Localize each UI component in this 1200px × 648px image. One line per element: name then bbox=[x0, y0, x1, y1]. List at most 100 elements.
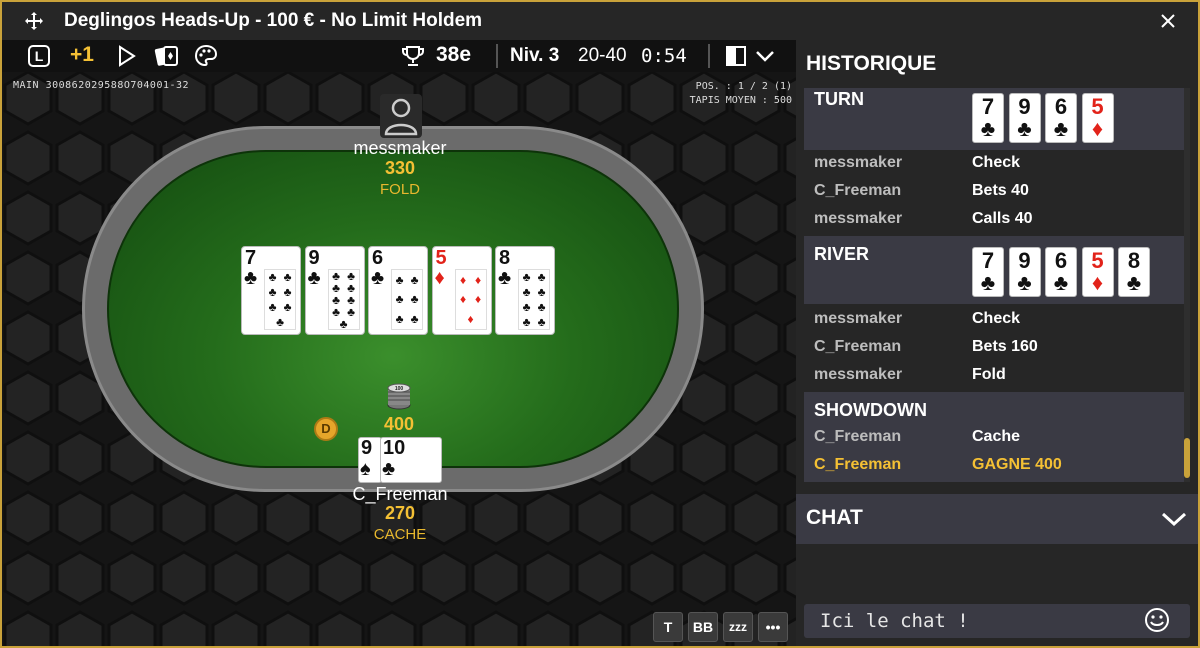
sleep-button[interactable]: zzz bbox=[723, 612, 753, 642]
board-card: 8 ♣ ♣ ♣ ♣ ♣ ♣ ♣ ♣ ♣ bbox=[495, 246, 555, 335]
play-icon[interactable] bbox=[116, 44, 138, 68]
history-scrollbar[interactable] bbox=[1184, 88, 1190, 482]
card-suit: ♣ bbox=[244, 267, 258, 289]
blinds-text: 20-40 bbox=[578, 45, 627, 66]
side-panel: HISTORIQUE TURN 7 ♣ 9 ♣ 6 ♣ 5 ♦ messmaker Check… bbox=[796, 40, 1198, 646]
bottom-player-stack: 270 bbox=[384, 503, 416, 523]
history-player: C_Freeman bbox=[814, 456, 902, 473]
history-card: 5 ♦ bbox=[1081, 247, 1114, 297]
l-button-label: L bbox=[28, 45, 50, 67]
card-pip: ♣ bbox=[283, 299, 292, 314]
history-player: C_Freeman bbox=[814, 338, 902, 355]
card-pip: ♣ bbox=[522, 299, 531, 314]
level-text: Niv. 3 bbox=[510, 45, 560, 66]
history-action: Bets 40 bbox=[972, 182, 1029, 199]
river-title: RIVER bbox=[814, 244, 870, 264]
cards-icon[interactable] bbox=[154, 44, 180, 68]
card-pip: ♦ bbox=[459, 292, 467, 307]
card-pips: ♣ ♣ ♣ ♣ ♣ ♣ bbox=[391, 269, 423, 330]
history-list[interactable]: TURN 7 ♣ 9 ♣ 6 ♣ 5 ♦ messmaker Check C_Freeman … bbox=[804, 88, 1184, 482]
history-row: messmaker Check bbox=[804, 150, 1184, 178]
pot-amount: 400 bbox=[383, 414, 415, 434]
more-button[interactable]: ••• bbox=[758, 612, 788, 642]
card-pip: ♣ bbox=[283, 270, 292, 285]
history-card: 9 ♣ bbox=[1008, 247, 1041, 297]
smiley-icon[interactable] bbox=[1144, 607, 1170, 633]
board-card: 6 ♣ ♣ ♣ ♣ ♣ ♣ ♣ bbox=[368, 246, 428, 335]
card-pip: ♣ bbox=[537, 314, 546, 329]
history-action: GAGNE 400 bbox=[972, 456, 1062, 473]
add-table-button[interactable]: +1 bbox=[70, 43, 94, 67]
history-player: messmaker bbox=[814, 366, 903, 383]
history-row: C_Freeman Bets 40 bbox=[804, 178, 1184, 206]
bottom-player-action: CACHE bbox=[373, 526, 427, 543]
showdown-section: SHOWDOWN C_Freeman Cache C_Freeman GAGNE… bbox=[804, 392, 1184, 482]
river-section: RIVER 7 ♣ 9 ♣ 6 ♣ 5 ♦ 8 ♣ bbox=[804, 236, 1184, 304]
chevron-down-icon[interactable] bbox=[754, 44, 776, 68]
chat-header[interactable]: CHAT bbox=[796, 494, 1198, 544]
history-action: Cache bbox=[972, 428, 1021, 445]
t-button[interactable]: T bbox=[653, 612, 683, 642]
card-pip: ♣ bbox=[268, 270, 277, 285]
close-icon[interactable] bbox=[1158, 11, 1178, 31]
card-suit: ♣ bbox=[1017, 270, 1032, 295]
card-suit: ♣ bbox=[980, 116, 996, 141]
history-card: 6 ♣ bbox=[1045, 247, 1077, 297]
card-pip: ♣ bbox=[522, 314, 531, 329]
card-pip: ♣ bbox=[537, 285, 546, 300]
history-row: messmaker Calls 40 bbox=[804, 206, 1184, 234]
card-rank: 9 bbox=[361, 437, 373, 459]
card-pip: ♣ bbox=[522, 285, 531, 300]
card-pip: ♣ bbox=[410, 312, 419, 327]
card-pip: ♣ bbox=[410, 272, 419, 287]
average-stack-text: TAPIS MOYEN : 500 bbox=[689, 95, 792, 106]
scroll-thumb[interactable] bbox=[1184, 438, 1190, 478]
history-action: Fold bbox=[972, 366, 1006, 383]
card-suit: ♣ bbox=[382, 458, 396, 480]
turn-title: TURN bbox=[814, 89, 864, 109]
history-row: messmaker Check bbox=[804, 306, 1184, 334]
card-pip: ♣ bbox=[276, 314, 284, 329]
history-row: C_Freeman Cache bbox=[804, 424, 1184, 452]
l-button[interactable]: L bbox=[27, 44, 51, 68]
card-suit: ♣ bbox=[1017, 116, 1032, 141]
chat-input[interactable] bbox=[804, 604, 1190, 638]
bb-button[interactable]: BB bbox=[688, 612, 718, 642]
chip-label: 100 bbox=[395, 386, 404, 392]
showdown-title: SHOWDOWN bbox=[814, 400, 927, 420]
chevron-down-icon[interactable] bbox=[1160, 508, 1188, 530]
turn-section: TURN 7 ♣ 9 ♣ 6 ♣ 5 ♦ bbox=[804, 88, 1184, 150]
title-bar[interactable]: Deglingos Heads-Up - 100 € - No Limit Ho… bbox=[2, 2, 1198, 40]
top-player-name: messmaker bbox=[353, 138, 447, 158]
card-suit: ♠ bbox=[360, 458, 371, 480]
card-suit: ♣ bbox=[371, 267, 385, 289]
toolbar-divider bbox=[708, 44, 710, 68]
card-pips: ♣ ♣ ♣ ♣ ♣ ♣ ♣ ♣ ♣ bbox=[327, 269, 360, 330]
history-action: Calls 40 bbox=[972, 210, 1033, 227]
palette-icon[interactable] bbox=[194, 44, 218, 68]
card-rank: 10 bbox=[383, 437, 406, 459]
card-pips: ♦ ♦ ♦ ♦ ♦ bbox=[454, 269, 487, 330]
card-pip: ♦ bbox=[459, 272, 467, 287]
history-title: HISTORIQUE bbox=[806, 52, 937, 75]
card-suit: ♣ bbox=[1126, 270, 1142, 295]
board-card: 7 ♣ ♣ ♣ ♣ ♣ ♣ ♣ ♣ bbox=[241, 246, 301, 335]
card-pip: ♣ bbox=[268, 299, 277, 314]
chip-stack-icon: 100 bbox=[387, 383, 411, 410]
top-player-stack: 330 bbox=[384, 158, 416, 178]
board-card: 5 ♦ ♦ ♦ ♦ ♦ ♦ bbox=[431, 246, 492, 335]
move-icon[interactable] bbox=[24, 11, 44, 31]
history-action: Check bbox=[972, 154, 1021, 171]
card-pip: ♦ bbox=[474, 292, 482, 307]
table-toolbar: L +1 38e Niv. 3 20-40 0:54 bbox=[2, 40, 796, 72]
ranking-text: 38e bbox=[436, 43, 472, 66]
history-action: Check bbox=[972, 310, 1021, 327]
trophy-icon[interactable] bbox=[400, 44, 426, 68]
layout-icon[interactable] bbox=[724, 44, 748, 68]
history-card: 7 ♣ bbox=[972, 247, 1004, 297]
history-player: C_Freeman bbox=[814, 182, 902, 199]
bottom-player-name: C_Freeman bbox=[352, 484, 448, 504]
history-card: 7 ♣ bbox=[972, 93, 1004, 143]
avatar-icon[interactable] bbox=[380, 94, 422, 138]
chat-title: CHAT bbox=[806, 506, 863, 529]
